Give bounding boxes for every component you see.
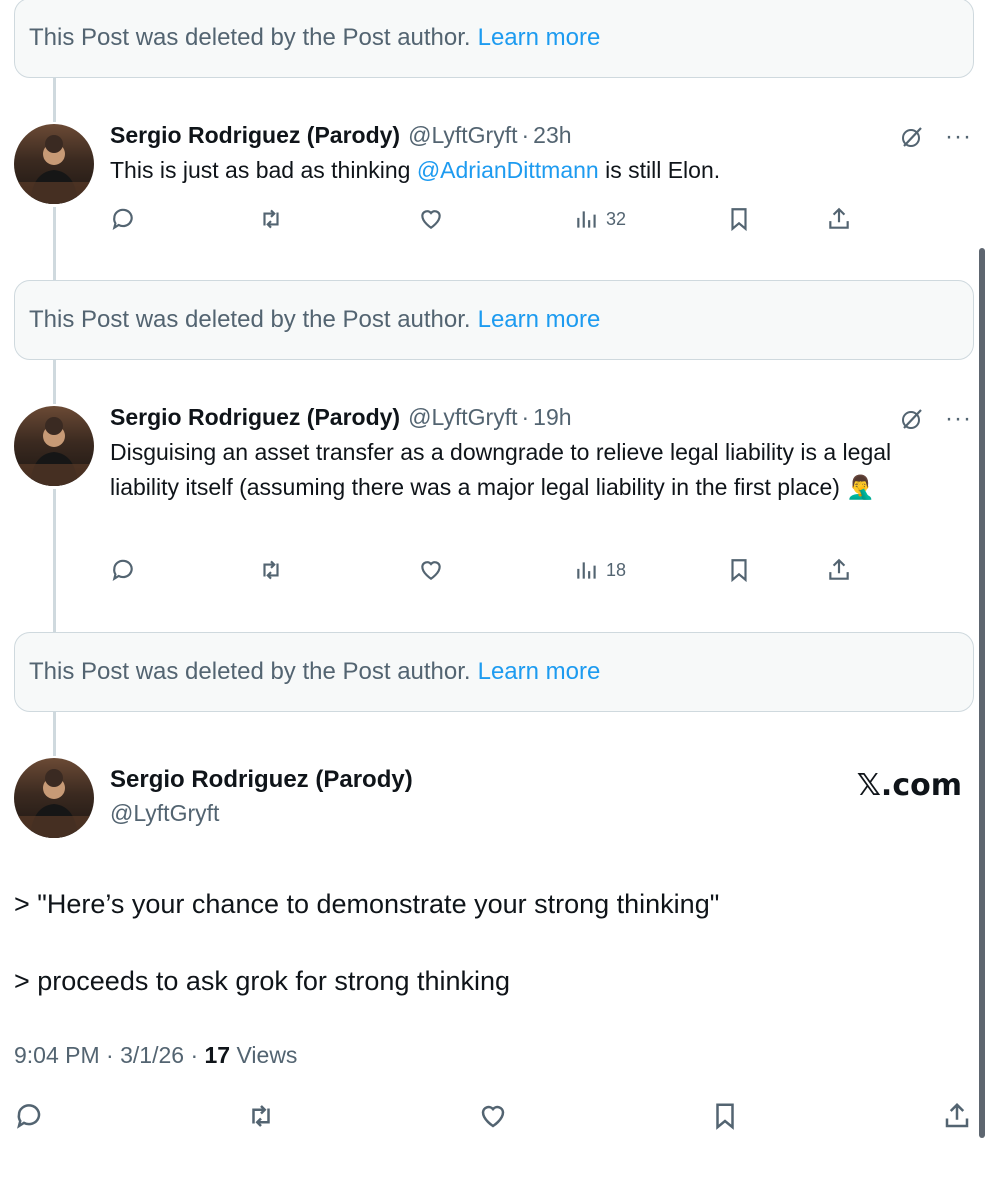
deleted-post-notice: This Post was deleted by the Post author… — [14, 280, 974, 360]
post-actions — [14, 1098, 974, 1134]
share-icon — [829, 207, 849, 229]
reply-post[interactable]: Sergio Rodriguez (Parody) @LyftGryft · 1… — [110, 402, 974, 505]
bookmark-icon — [716, 1103, 734, 1130]
author-handle[interactable]: @LyftGryft — [110, 800, 219, 827]
views-button[interactable]: 32 — [574, 204, 626, 234]
learn-more-link[interactable]: Learn more — [478, 658, 601, 686]
views-button[interactable]: 18 — [574, 555, 626, 585]
author-handle[interactable]: @LyftGryft — [408, 120, 517, 150]
separator-dot: · — [190, 1042, 205, 1068]
retweet-icon — [263, 560, 279, 580]
post-text-part: This is just as bad as thinking — [110, 157, 417, 183]
bookmark-button[interactable] — [726, 555, 752, 585]
avatar[interactable] — [14, 124, 94, 204]
bookmark-icon — [731, 208, 747, 232]
views-label: Views — [236, 1042, 298, 1068]
bookmark-icon — [731, 559, 747, 583]
retweet-button[interactable] — [258, 204, 284, 234]
like-button[interactable] — [418, 204, 444, 234]
bookmark-button[interactable] — [726, 204, 752, 234]
separator-dot: · — [521, 404, 530, 430]
deleted-notice-text: This Post was deleted by the Post author… — [29, 658, 471, 685]
post-time[interactable]: 23h — [533, 120, 571, 150]
reply-button[interactable] — [110, 555, 136, 585]
like-icon — [421, 561, 441, 580]
post-date[interactable]: 3/1/26 — [120, 1042, 184, 1068]
more-icon[interactable]: ··· — [945, 125, 972, 149]
post-top-actions: ··· — [899, 124, 972, 150]
author-name[interactable]: Sergio Rodriguez (Parody) — [110, 402, 400, 432]
reply-icon — [17, 1104, 41, 1129]
reply-icon — [112, 559, 133, 582]
post-text-part: is still Elon. — [598, 157, 721, 183]
like-button[interactable] — [478, 1098, 508, 1134]
share-icon — [945, 1102, 969, 1128]
thread-line — [53, 489, 56, 632]
avatar[interactable] — [14, 406, 94, 486]
learn-more-link[interactable]: Learn more — [478, 24, 601, 52]
grok-icon[interactable] — [899, 406, 925, 432]
thread-line — [53, 207, 56, 281]
deleted-notice-text: This Post was deleted by the Post author… — [29, 24, 471, 51]
retweet-icon — [263, 209, 279, 229]
deleted-notice-text: This Post was deleted by the Post author… — [29, 306, 471, 333]
post-time[interactable]: 19h — [533, 402, 571, 432]
retweet-button[interactable] — [258, 555, 284, 585]
retweet-button[interactable] — [246, 1098, 276, 1134]
author-handle[interactable]: @LyftGryft — [408, 402, 517, 432]
retweet-icon — [252, 1105, 270, 1127]
separator-dot: · — [521, 122, 530, 148]
reply-button[interactable] — [110, 204, 136, 234]
post-text: This is just as bad as thinking @AdrianD… — [110, 153, 940, 188]
post-text-line: > proceeds to ask grok for strong thinki… — [14, 966, 511, 996]
deleted-post-notice: This Post was deleted by the Post author… — [14, 632, 974, 712]
views-count: 18 — [606, 559, 627, 580]
deleted-post-notice: This Post was deleted by the Post author… — [14, 0, 974, 78]
bookmark-button[interactable] — [710, 1098, 740, 1134]
post-actions: 32 — [110, 204, 850, 234]
views-count: 17 — [204, 1042, 231, 1068]
views-count: 32 — [606, 208, 627, 229]
separator-dot: · — [106, 1042, 121, 1068]
post-meta: 9:04 PM · 3/1/26 · 17 Views — [14, 1042, 297, 1069]
like-button[interactable] — [418, 555, 444, 585]
post-text: Disguising an asset transfer as a downgr… — [110, 439, 892, 500]
like-icon — [481, 1105, 505, 1128]
thread-line — [53, 711, 56, 756]
share-button[interactable] — [942, 1098, 972, 1134]
learn-more-link[interactable]: Learn more — [478, 306, 601, 334]
more-icon[interactable]: ··· — [945, 407, 972, 431]
scrollbar[interactable] — [979, 248, 985, 1138]
thread-line — [53, 360, 56, 404]
post-time[interactable]: 9:04 PM — [14, 1042, 100, 1068]
thread-line — [53, 78, 56, 122]
avatar[interactable] — [14, 758, 94, 838]
author-name[interactable]: Sergio Rodriguez (Parody) — [110, 120, 400, 150]
post-top-actions: ··· — [899, 406, 972, 432]
views-icon — [577, 211, 596, 228]
author-name[interactable]: Sergio Rodriguez (Parody) — [110, 766, 413, 794]
like-icon — [421, 210, 441, 229]
x-logo-source: 𝕏.com — [856, 768, 962, 803]
share-icon — [829, 558, 849, 580]
views-icon — [577, 562, 596, 579]
reply-icon — [112, 208, 133, 231]
share-button[interactable] — [826, 204, 852, 234]
mention-link[interactable]: @AdrianDittmann — [417, 157, 599, 183]
post-text-line: > "Here’s your chance to demonstrate you… — [14, 889, 720, 919]
reply-button[interactable] — [14, 1098, 44, 1134]
grok-icon[interactable] — [899, 124, 925, 150]
reply-post[interactable]: Sergio Rodriguez (Parody) @LyftGryft · 2… — [110, 120, 974, 188]
share-button[interactable] — [826, 555, 852, 585]
post-actions: 18 — [110, 555, 850, 585]
